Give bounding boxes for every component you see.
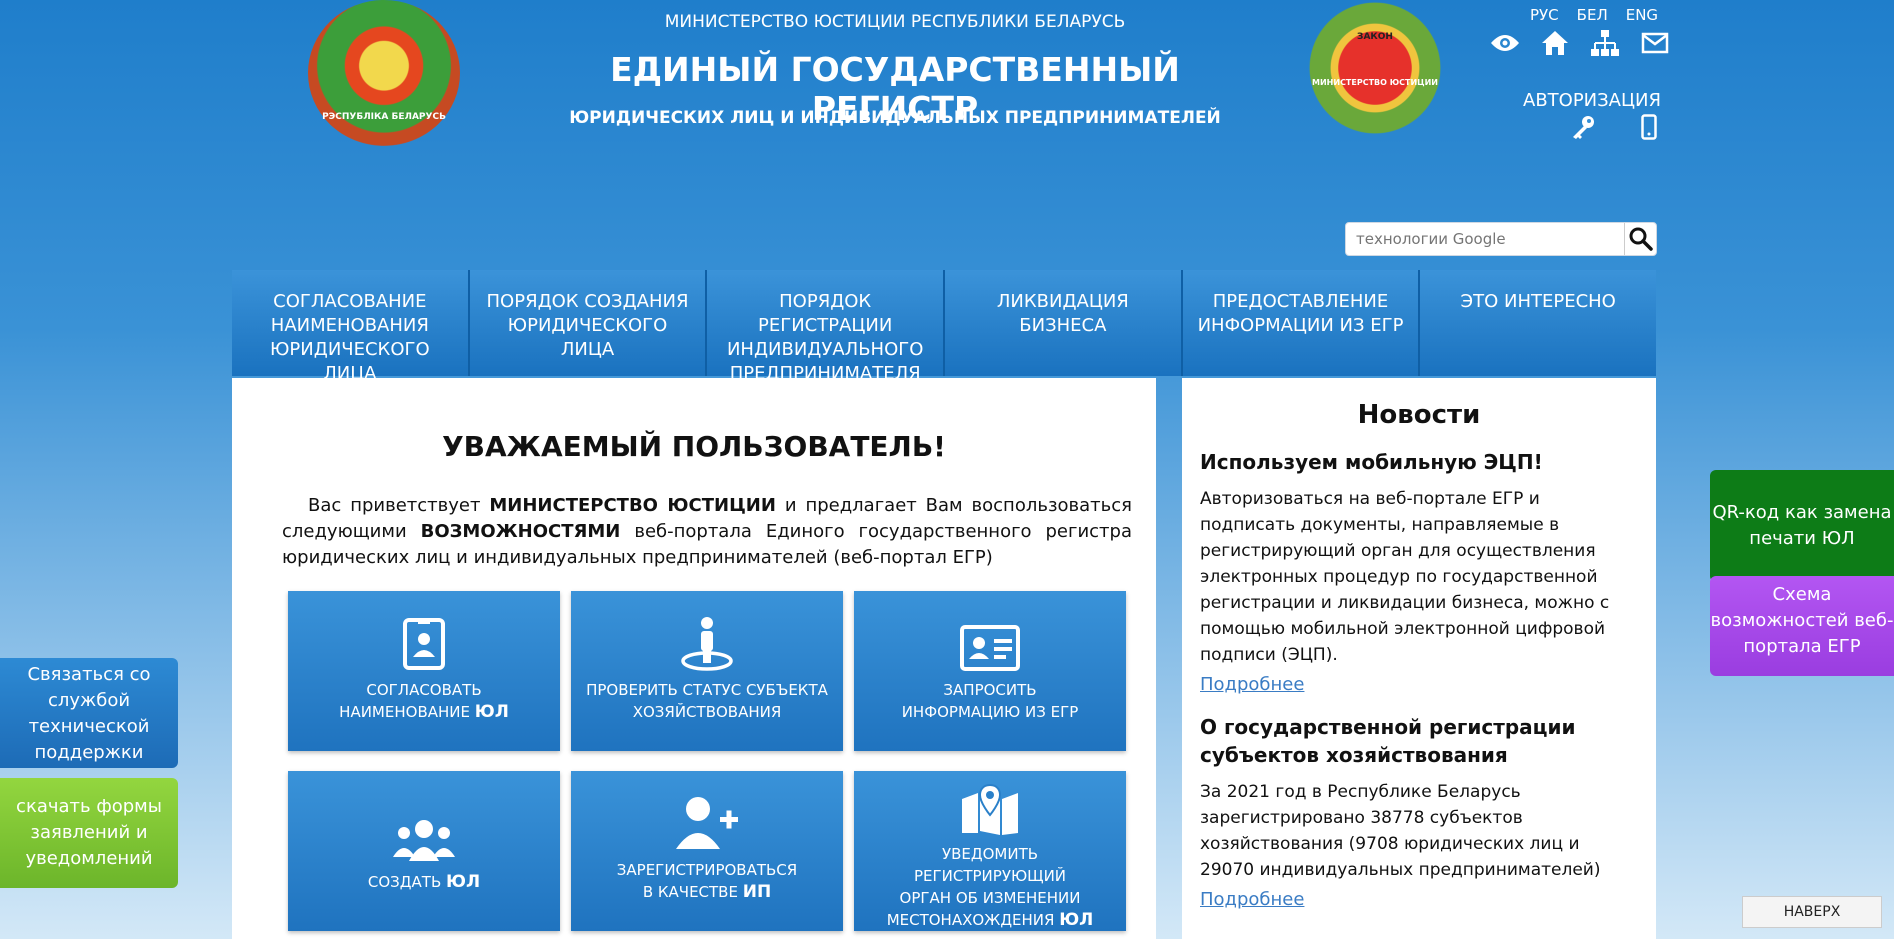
nav-egr-information[interactable]: ПРЕДОСТАВЛЕНИЕ ИНФОРМАЦИИ ИЗ ЕГР [1182,270,1421,376]
language-switcher: РУС БЕЛ ENG [1530,6,1658,24]
news-text-2: За 2021 год в Республике Беларусь зареги… [1200,782,1601,880]
eye-icon[interactable] [1490,28,1520,58]
search-button[interactable] [1624,223,1656,255]
mobile-phone-icon[interactable] [1636,114,1662,140]
header-subtitle: ЮРИДИЧЕСКИХ ЛИЦ И ИНДИВИДУАЛЬНЫХ ПРЕДПРИ… [569,108,1221,128]
news-text-1: Авторизоваться на веб-портале ЕГР и подп… [1200,489,1610,665]
welcome-intro: Вас приветствует МИНИСТЕРСТВО ЮСТИЦИИ и … [282,495,1132,568]
key-icon[interactable] [1570,114,1596,140]
lang-bel[interactable]: БЕЛ [1577,6,1608,24]
nav-name-approval[interactable]: СОГЛАСОВАНИЕ НАИМЕНОВАНИЯ ЮРИДИЧЕСКОГО Л… [232,270,470,384]
nav-entrepreneur-registration[interactable]: ПОРЯДОК РЕГИСТРАЦИИ ИНДИВИДУАЛЬНОГО ПРЕД… [707,270,946,384]
lang-rus[interactable]: РУС [1530,6,1559,24]
id-card-icon [960,625,1020,671]
nav-legal-entity-creation[interactable]: ПОРЯДОК СОЗДАНИЯ ЮРИДИЧЕСКОГО ЛИЦА [469,270,708,376]
nav-interesting[interactable]: ЭТО ИНТЕРЕСНО [1420,270,1657,376]
news-more-link-1[interactable]: Подробнее [1200,674,1638,695]
auth-label[interactable]: АВТОРИЗАЦИЯ [1523,90,1661,111]
home-icon[interactable] [1540,28,1570,58]
tile-create-legal-entity[interactable]: СОЗДАТЬ ЮЛ [288,771,560,931]
news-heading-2: О государственной регистрации субъектов … [1200,715,1576,767]
users-icon [393,820,455,861]
back-to-top-button[interactable]: НАВЕРХ [1742,896,1882,928]
news-more-link-2[interactable]: Подробнее [1200,889,1638,910]
welcome-title: УВАЖАЕМЫЙ ПОЛЬЗОВАТЕЛЬ! [442,430,946,463]
person-status-icon [681,617,733,671]
tile-notify-location[interactable]: УВЕДОМИТЬ РЕГИСТРИРУЮЩИЙ ОРГАН ОБ ИЗМЕНЕН… [854,771,1126,931]
emblem-left-text: РЭСПУБЛІКА БЕЛАРУСЬ [322,112,446,122]
state-emblem-logo: РЭСПУБЛІКА БЕЛАРУСЬ [308,0,460,146]
portal-scheme-button[interactable]: Схема возможностей веб-портала ЕГР [1710,576,1894,676]
news-panel: Новости Используем мобильную ЭЦП! Автори… [1182,378,1656,939]
tile-request-info[interactable]: ЗАПРОСИТЬ ИНФОРМАЦИЮ ИЗ ЕГР [854,591,1126,751]
mail-icon[interactable] [1640,28,1670,58]
user-plus-icon [676,797,738,849]
search-box [1345,222,1657,256]
search-icon [1629,227,1653,251]
nav-business-liquidation[interactable]: ЛИКВИДАЦИЯ БИЗНЕСА [945,270,1183,376]
tile-approve-name[interactable]: СОГЛАСОВАТЬ НАИМЕНОВАНИЕ ЮЛ [288,591,560,751]
lang-eng[interactable]: ENG [1626,6,1658,24]
ministry-emblem-logo: ЗАКОН МИНИСТЕРСТВО ЮСТИЦИИ [1308,0,1442,136]
tile-register-entrepreneur[interactable]: ЗАРЕГИСТРИРОВАТЬСЯ В КАЧЕСТВЕ ИП [571,771,843,931]
map-pin-icon [962,783,1018,835]
tile-check-status[interactable]: ПРОВЕРИТЬ СТАТУС СУБЪЕКТА ХОЗЯЙСТВОВАНИЯ [571,591,843,751]
services-grid: СОГЛАСОВАТЬ НАИМЕНОВАНИЕ ЮЛ ПРОВЕРИТЬ СТА… [288,591,1126,931]
emblem-right-text: МИНИСТЕРСТВО ЮСТИЦИИ [1312,78,1438,87]
header-ministry: МИНИСТЕРСТВО ЮСТИЦИИ РЕСПУБЛИКИ БЕЛАРУСЬ [664,12,1126,32]
news-heading-1: Используем мобильную ЭЦП! [1200,450,1543,474]
download-forms-button[interactable]: скачать формы заявлений и уведомлений [0,778,178,888]
search-input[interactable] [1346,223,1624,255]
top-toolbar [1490,28,1670,58]
auth-options [1570,114,1662,140]
qr-code-button[interactable]: QR-код как замена печати ЮЛ [1710,470,1894,582]
support-contact-button[interactable]: Связаться со службой технической поддерж… [0,658,178,768]
sitemap-icon[interactable] [1590,28,1620,58]
main-nav: СОГЛАСОВАНИЕ НАИМЕНОВАНИЯ ЮРИДИЧЕСКОГО Л… [232,270,1657,384]
emblem-right-top: ЗАКОН [1357,32,1393,42]
news-title: Новости [1357,400,1481,430]
id-badge-icon [403,618,445,670]
main-content: УВАЖАЕМЫЙ ПОЛЬЗОВАТЕЛЬ! Вас приветствует… [232,378,1156,939]
